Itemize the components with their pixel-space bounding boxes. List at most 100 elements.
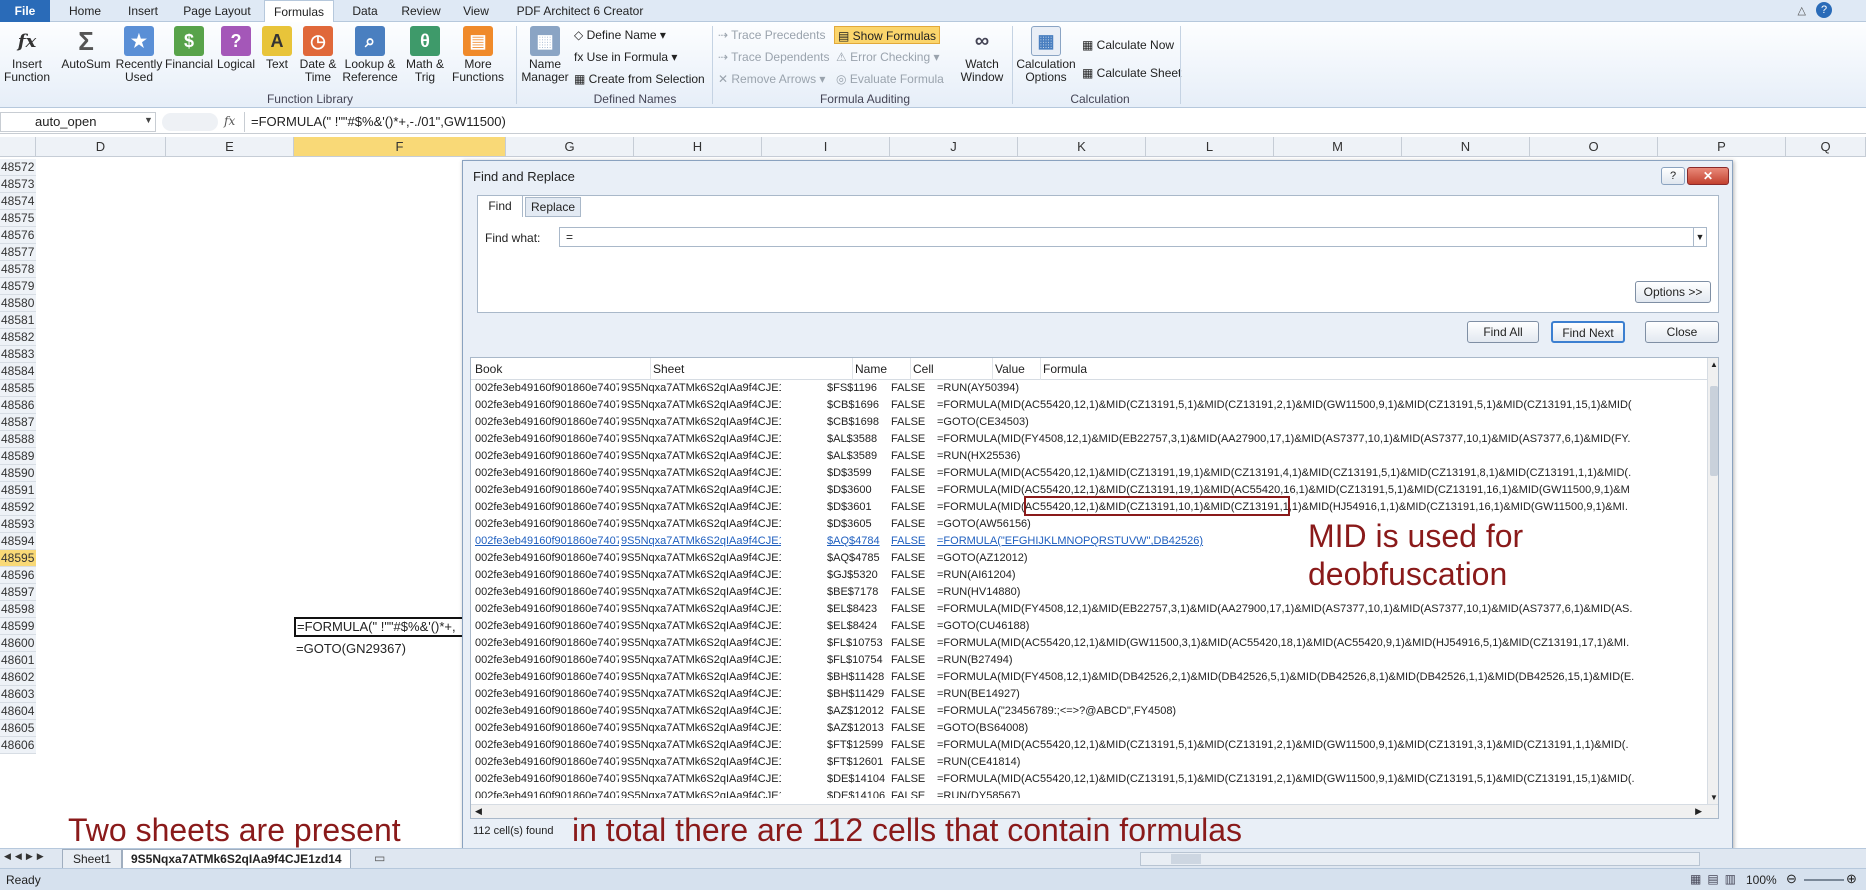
name-manager-button[interactable]: ▦ Name Manager [520,26,570,84]
row-header[interactable]: 48578 [0,261,36,278]
sheet-tab-sheet1[interactable]: Sheet1 [62,849,123,869]
name-box[interactable]: auto_open [0,112,156,132]
row-header[interactable]: 48576 [0,227,36,244]
result-row[interactable]: 002fe3eb49160f901860e7407c...9S5Nqxa7ATM… [471,414,1707,431]
find-what-dropdown-icon[interactable]: ▼ [1693,228,1706,246]
column-header-o[interactable]: O [1530,137,1658,157]
result-row[interactable]: 002fe3eb49160f901860e7407c...9S5Nqxa7ATM… [471,720,1707,737]
row-header[interactable]: 48599 [0,618,36,635]
row-header[interactable]: 48573 [0,176,36,193]
insert-function-icon[interactable]: fx [224,114,235,128]
row-header[interactable]: 48596 [0,567,36,584]
zoom-slider[interactable] [1804,879,1844,881]
dialog-close-icon[interactable]: ✕ [1687,167,1729,185]
text-functions-button[interactable]: A Text [260,26,294,71]
header-value[interactable]: Value [995,358,1041,380]
hscroll-thumb[interactable] [1171,854,1201,864]
row-header[interactable]: 48592 [0,499,36,516]
dialog-help-button[interactable]: ? [1661,167,1685,185]
more-functions-button[interactable]: ▤ More Functions [450,26,506,84]
show-formulas-button[interactable]: ▤ Show Formulas [834,26,941,44]
results-list[interactable]: Book Sheet Name Cell Value Formula 002fe… [470,357,1719,819]
tab-home[interactable]: Home [60,0,110,22]
result-row[interactable]: 002fe3eb49160f901860e7407c...9S5Nqxa7ATM… [471,618,1707,635]
new-sheet-icon[interactable]: ▭ [374,851,385,865]
row-header[interactable]: 48586 [0,397,36,414]
scroll-right-icon[interactable]: ▶ [1695,806,1702,817]
zoom-in-icon[interactable]: ⊕ [1846,871,1857,887]
cell-f48595[interactable]: =FORMULA(" !""#$%&'()*+, [294,617,464,637]
result-row[interactable]: 002fe3eb49160f901860e7407c...9S5Nqxa7ATM… [471,601,1707,618]
result-row[interactable]: 002fe3eb49160f901860e7407c...9S5Nqxa7ATM… [471,788,1707,798]
row-header[interactable]: 48604 [0,703,36,720]
calculation-options-button[interactable]: ▦ Calculation Options [1014,26,1078,84]
name-box-dropdown-icon[interactable]: ▼ [144,115,153,125]
result-row[interactable]: 002fe3eb49160f901860e7407c...9S5Nqxa7ATM… [471,754,1707,771]
date-time-button[interactable]: ◷ Date & Time [296,26,340,84]
find-what-input[interactable]: = [559,227,1707,247]
header-sheet[interactable]: Sheet [653,358,853,380]
row-header[interactable]: 48581 [0,312,36,329]
row-header[interactable]: 48584 [0,363,36,380]
error-checking-button[interactable]: ⚠ Error Checking ▾ [836,48,939,66]
result-row[interactable]: 002fe3eb49160f901860e7407c...9S5Nqxa7ATM… [471,703,1707,720]
trace-dependents-button[interactable]: ⇢ Trace Dependents [718,48,829,66]
evaluate-formula-button[interactable]: ◎ Evaluate Formula [836,70,944,88]
trace-precedents-button[interactable]: ⇢ Trace Precedents [718,26,825,44]
row-header[interactable]: 48603 [0,686,36,703]
row-header[interactable]: 48575 [0,210,36,227]
column-header-e[interactable]: E [166,137,294,157]
remove-arrows-button[interactable]: ✕ Remove Arrows ▾ [718,70,825,88]
zoom-level[interactable]: 100% [1746,873,1777,887]
scroll-down-icon[interactable]: ▼ [1710,793,1718,802]
result-row[interactable]: 002fe3eb49160f901860e7407c...9S5Nqxa7ATM… [471,431,1707,448]
header-formula[interactable]: Formula [1043,358,1707,380]
header-name[interactable]: Name [855,358,911,380]
row-header[interactable]: 48585 [0,380,36,397]
minimize-ribbon-icon[interactable]: △ [1798,4,1806,17]
math-trig-button[interactable]: θ Math & Trig [402,26,448,84]
view-buttons-icon[interactable]: ▦▤▥ [1690,872,1742,886]
cell-f48596[interactable]: =GOTO(GN29367) [296,640,466,657]
result-row[interactable]: 002fe3eb49160f901860e7407c...9S5Nqxa7ATM… [471,771,1707,788]
use-in-formula-button[interactable]: fx Use in Formula ▾ [574,48,677,66]
logical-button[interactable]: ? Logical [214,26,258,71]
column-header-k[interactable]: K [1018,137,1146,157]
calculate-now-button[interactable]: ▦ Calculate Now [1082,36,1174,54]
close-button[interactable]: Close [1645,321,1719,343]
row-header[interactable]: 48593 [0,516,36,533]
header-cell[interactable]: Cell [913,358,993,380]
result-row[interactable]: 002fe3eb49160f901860e7407c...9S5Nqxa7ATM… [471,686,1707,703]
row-header[interactable]: 48597 [0,584,36,601]
result-row[interactable]: 002fe3eb49160f901860e7407c...9S5Nqxa7ATM… [471,567,1707,584]
result-row[interactable]: 002fe3eb49160f901860e7407c...9S5Nqxa7ATM… [471,397,1707,414]
tab-find[interactable]: Find [477,195,523,217]
column-header-q[interactable]: Q [1786,137,1866,157]
row-header[interactable]: 48598 [0,601,36,618]
column-header-p[interactable]: P [1658,137,1786,157]
row-header[interactable]: 48588 [0,431,36,448]
header-book[interactable]: Book [475,358,651,380]
sheet-nav-arrows-icon[interactable]: ◀◀▶▶ [4,851,48,862]
row-header[interactable]: 48583 [0,346,36,363]
tab-replace[interactable]: Replace [525,197,581,217]
row-header[interactable]: 48606 [0,737,36,754]
result-row[interactable]: 002fe3eb49160f901860e7407c...9S5Nqxa7ATM… [471,584,1707,601]
column-header-g[interactable]: G [506,137,634,157]
row-header[interactable]: 48579 [0,278,36,295]
watch-window-button[interactable]: ∞ Watch Window [954,26,1010,84]
row-header[interactable]: 48605 [0,720,36,737]
column-header-m[interactable]: M [1274,137,1402,157]
results-vertical-scrollbar[interactable]: ▲ ▼ [1707,358,1718,804]
row-header[interactable]: 48591 [0,482,36,499]
tab-view[interactable]: View [456,0,496,22]
zoom-out-icon[interactable]: ⊖ [1786,871,1797,887]
scroll-up-icon[interactable]: ▲ [1710,360,1718,369]
result-row[interactable]: 002fe3eb49160f901860e7407c...9S5Nqxa7ATM… [471,448,1707,465]
scroll-thumb[interactable] [1710,386,1718,476]
row-header[interactable]: 48589 [0,448,36,465]
row-header[interactable]: 48600 [0,635,36,652]
row-header[interactable]: 48577 [0,244,36,261]
result-row[interactable]: 002fe3eb49160f901860e7407c...9S5Nqxa7ATM… [471,635,1707,652]
insert-function-button[interactable]: fx Insert Function [4,26,50,84]
